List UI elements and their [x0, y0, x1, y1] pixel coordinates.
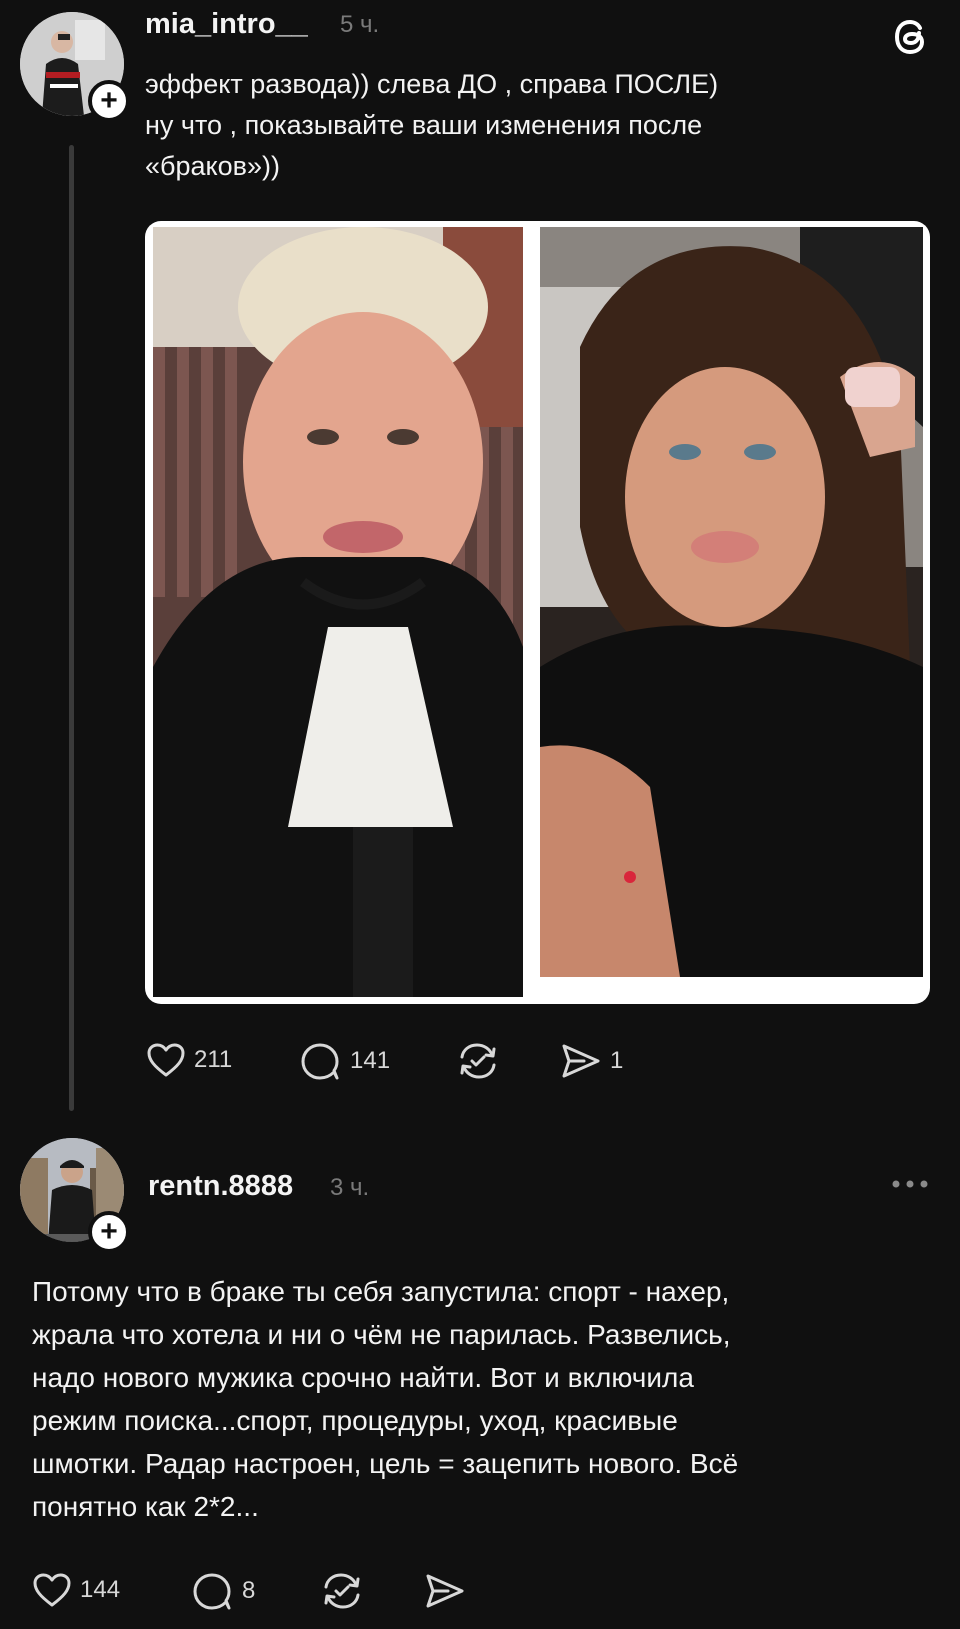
reply-username[interactable]: rentn.8888: [148, 1170, 293, 1203]
threads-logo-icon[interactable]: [888, 14, 934, 60]
like-button[interactable]: 211: [146, 1042, 232, 1078]
share-button[interactable]: 1: [560, 1042, 623, 1080]
before-photo: [153, 227, 523, 997]
reply-comment-button[interactable]: 8: [192, 1571, 255, 1611]
follow-button[interactable]: +: [88, 80, 130, 122]
thread-line: [69, 145, 74, 1111]
comment-icon: [301, 1043, 339, 1080]
repost-button[interactable]: [456, 1040, 500, 1082]
reply-text-line: Потому что в браке ты себя запустила: сп…: [32, 1276, 730, 1307]
reply-text-line: режим поиска...спорт, процедуры, уход, к…: [32, 1405, 678, 1436]
reply-time: 3 ч.: [330, 1174, 370, 1201]
post-text: эффект развода)) слева ДО , справа ПОСЛЕ…: [145, 64, 718, 187]
after-photo: [540, 227, 923, 977]
reply-text-line: понятно как 2*2...: [32, 1491, 259, 1522]
share-icon: [562, 1044, 600, 1078]
reply-text-line: надо нового мужика срочно найти. Вот и в…: [32, 1362, 694, 1393]
like-count: 144: [80, 1576, 121, 1603]
reply-text-line: жрала что хотела и ни о чём не парилась.…: [32, 1319, 731, 1350]
post-text-line: ну что , показывайте ваши изменения посл…: [145, 110, 703, 140]
share-icon: [426, 1574, 464, 1608]
reply-text: Потому что в браке ты себя запустила: сп…: [32, 1270, 738, 1528]
reply-like-button[interactable]: 144: [32, 1572, 120, 1608]
follow-button[interactable]: +: [88, 1211, 130, 1253]
heart-icon: [147, 1043, 185, 1077]
reply-share-button[interactable]: [424, 1572, 466, 1610]
comment-count: 8: [242, 1577, 256, 1604]
heart-icon: [33, 1573, 71, 1607]
comment-button[interactable]: 141: [300, 1041, 390, 1081]
reply-text-line: шмотки. Радар настроен, цель = зацепить …: [32, 1448, 739, 1479]
post-username[interactable]: mia_intro__: [145, 8, 308, 41]
share-count: 1: [610, 1047, 624, 1074]
comment-icon: [193, 1573, 231, 1610]
like-count: 211: [194, 1046, 233, 1073]
comment-count: 141: [350, 1047, 391, 1074]
post-image[interactable]: [145, 221, 930, 1004]
post-text-line: эффект развода)) слева ДО , справа ПОСЛЕ…: [145, 69, 719, 99]
repost-icon: [460, 1043, 496, 1079]
post-text-line: «браков»)): [145, 151, 280, 181]
post-time: 5 ч.: [340, 11, 380, 38]
repost-icon: [324, 1573, 360, 1609]
more-icon[interactable]: [890, 1176, 930, 1192]
reply-repost-button[interactable]: [320, 1570, 364, 1612]
